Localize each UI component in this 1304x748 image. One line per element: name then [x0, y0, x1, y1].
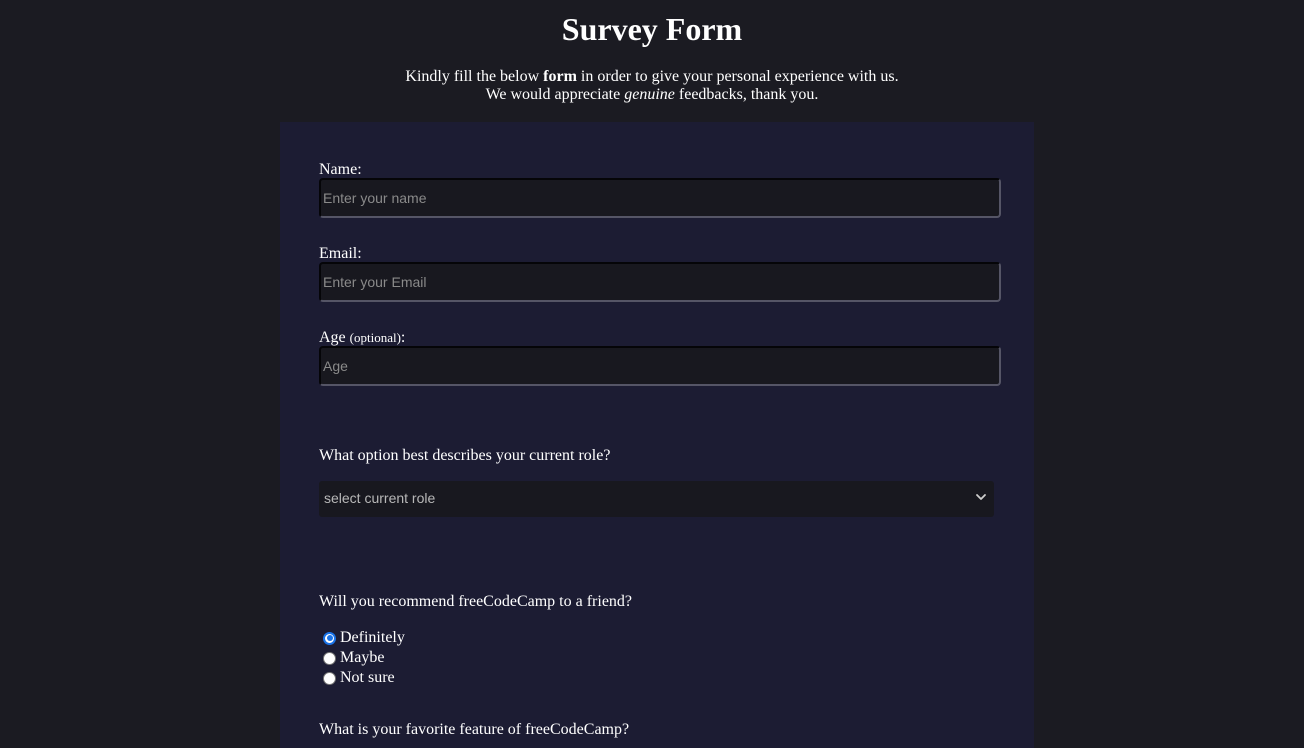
- email-label: Email:: [319, 245, 362, 262]
- recommend-option-maybe[interactable]: Maybe: [323, 648, 405, 668]
- age-label: Age (optional):: [319, 329, 405, 347]
- intro-bold-word: form: [543, 68, 577, 85]
- intro-italic-word: genuine: [624, 86, 675, 103]
- intro-text-part: Kindly fill the below: [405, 68, 544, 85]
- recommend-question: Will you recommend freeCodeCamp to a fri…: [319, 593, 633, 610]
- age-input[interactable]: [319, 346, 1001, 386]
- feature-question: What is your favorite feature of freeCod…: [319, 721, 630, 738]
- radio-button[interactable]: [323, 631, 336, 645]
- intro-text-part: We would appreciate: [485, 86, 625, 103]
- name-label: Name:: [319, 161, 362, 178]
- intro-text-part: in order to give your personal experienc…: [576, 68, 899, 85]
- page-title: Survey Form: [561, 11, 743, 47]
- intro-text-part: feedbacks, thank you.: [674, 86, 819, 103]
- age-label-text: Age: [319, 329, 346, 346]
- role-dropdown-value: select current role: [324, 490, 436, 506]
- recommend-radio-group: Definitely Maybe Not sure: [323, 628, 405, 688]
- radio-button[interactable]: [323, 671, 336, 685]
- chevron-down-icon: [976, 494, 986, 500]
- radio-label: Not sure: [340, 669, 395, 686]
- age-optional-note: (optional): [349, 330, 401, 345]
- role-dropdown[interactable]: select current role: [319, 481, 994, 517]
- name-input[interactable]: [319, 178, 1001, 218]
- radio-button[interactable]: [323, 651, 336, 665]
- email-input[interactable]: [319, 262, 1001, 302]
- intro-text: Kindly fill the below form in order to g…: [0, 68, 1304, 104]
- role-question: What option best describes your current …: [319, 447, 611, 464]
- intro-line-2: We would appreciate genuine feedbacks, t…: [0, 86, 1304, 104]
- radio-label: Definitely: [340, 629, 405, 646]
- radio-label: Maybe: [340, 649, 385, 666]
- recommend-option-not-sure[interactable]: Not sure: [323, 668, 405, 688]
- age-label-suffix: :: [400, 329, 406, 346]
- intro-line-1: Kindly fill the below form in order to g…: [0, 68, 1304, 86]
- survey-page: Survey Form Kindly fill the below form i…: [0, 0, 1304, 748]
- recommend-option-definitely[interactable]: Definitely: [323, 628, 405, 648]
- survey-form: Name: Email: Age (optional): What option…: [280, 122, 1034, 748]
